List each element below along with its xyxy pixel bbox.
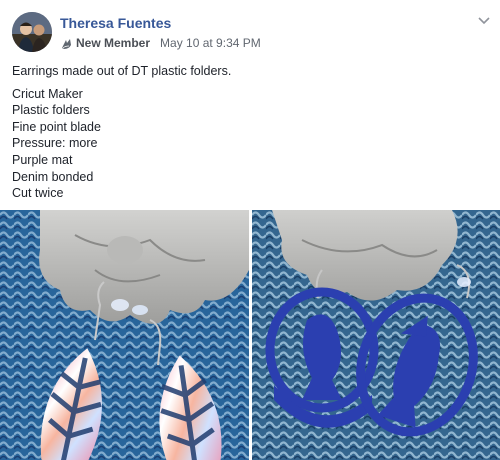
detail-line: Cricut Maker [12, 86, 83, 101]
detail-line: Denim bonded [12, 169, 94, 184]
post-timestamp[interactable]: May 10 at 9:34 PM [160, 36, 261, 50]
post-caption: Earrings made out of DT plastic folders. [12, 64, 232, 78]
author-name[interactable]: Theresa Fuentes [60, 15, 171, 31]
chevron-down-icon[interactable] [476, 12, 492, 28]
detail-line: Cut twice [12, 186, 64, 201]
group-post: Theresa Fuentes New Member May 10 at 9:3… [0, 0, 500, 460]
post-body: Earrings made out of DT plastic folders.… [12, 63, 231, 202]
photo-leaf-earrings[interactable] [0, 210, 249, 460]
detail-line: Purple mat [12, 152, 73, 167]
new-member-icon [60, 37, 73, 50]
photo-blue-earrings[interactable] [252, 210, 500, 460]
member-badge: New Member [76, 36, 151, 50]
detail-line: Pressure: more [12, 136, 98, 151]
detail-line: Fine point blade [12, 119, 101, 134]
detail-line: Plastic folders [12, 103, 90, 118]
avatar[interactable] [12, 12, 52, 52]
post-meta: New Member May 10 at 9:34 PM [60, 36, 261, 50]
